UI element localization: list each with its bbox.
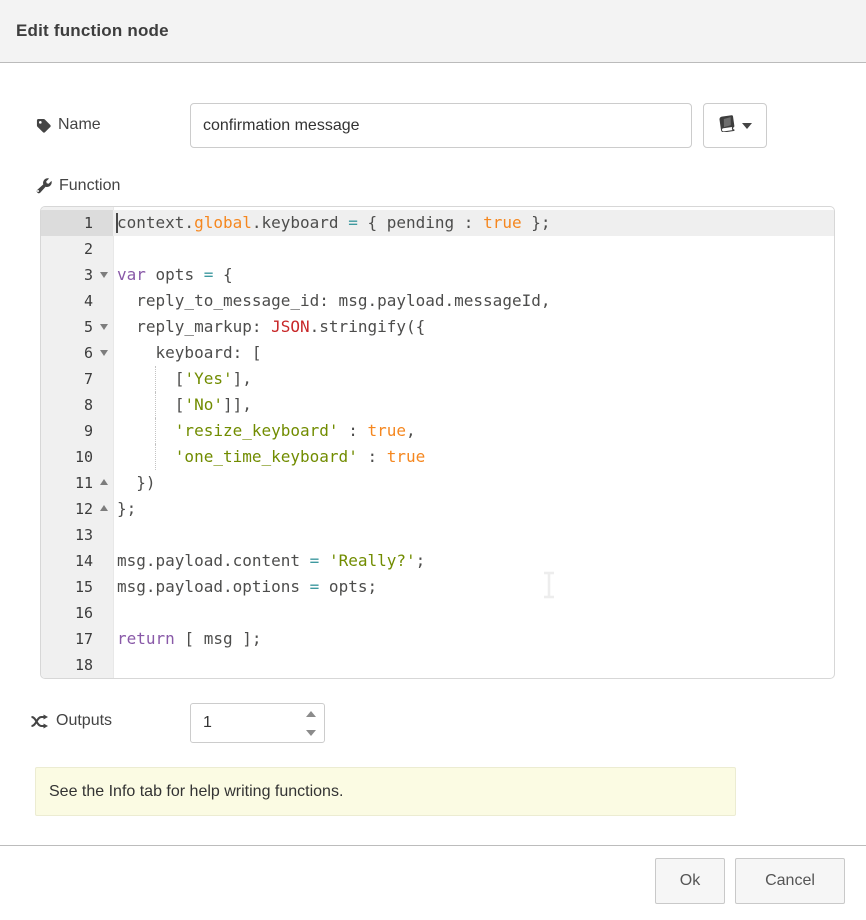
spinner-down-button[interactable]: [298, 723, 324, 742]
code-line[interactable]: 15msg.payload.options = opts;: [41, 574, 834, 600]
code-text: reply_markup: JSON.stringify({: [113, 314, 834, 340]
code-text: [113, 522, 834, 548]
fold-widget[interactable]: [100, 272, 108, 278]
code-line[interactable]: 10 'one_time_keyboard' : true: [41, 444, 834, 470]
code-line[interactable]: 12};: [41, 496, 834, 522]
code-text: [113, 236, 834, 262]
name-label: Name: [36, 116, 101, 134]
code-line[interactable]: 6 keyboard: [: [41, 340, 834, 366]
code-text: context.global.keyboard = { pending : tr…: [113, 210, 834, 236]
footer-divider: [0, 845, 866, 846]
triangle-down-icon: [306, 730, 316, 736]
wrench-icon: [36, 178, 52, 194]
code-line[interactable]: 7 ['Yes'],: [41, 366, 834, 392]
gutter-line-number: 17: [41, 626, 113, 652]
code-line[interactable]: 17return [ msg ];: [41, 626, 834, 652]
function-label: Function: [36, 177, 120, 195]
gutter-line-number: 13: [41, 522, 113, 548]
code-text: ['Yes'],: [113, 366, 834, 392]
dialog-header: Edit function node: [0, 0, 866, 63]
gutter-line-number: 1: [41, 210, 113, 236]
gutter-line-number: 5: [41, 314, 113, 340]
code-line[interactable]: 18: [41, 652, 834, 678]
gutter-line-number: 12: [41, 496, 113, 522]
code-line[interactable]: 1context.global.keyboard = { pending : t…: [41, 210, 834, 236]
code-line[interactable]: 8 ['No']],: [41, 392, 834, 418]
code-text: msg.payload.options = opts;: [113, 574, 834, 600]
outputs-label: Outputs: [31, 712, 112, 730]
dialog-title: Edit function node: [16, 21, 169, 41]
code-text: 'one_time_keyboard' : true: [113, 444, 834, 470]
outputs-value[interactable]: 1: [191, 704, 298, 742]
fold-widget[interactable]: [100, 350, 108, 356]
code-text: var opts = {: [113, 262, 834, 288]
code-text: reply_to_message_id: msg.payload.message…: [113, 288, 834, 314]
outputs-label-text: Outputs: [56, 712, 112, 730]
book-icon: [718, 115, 735, 137]
code-text: 'resize_keyboard' : true,: [113, 418, 834, 444]
code-line[interactable]: 16: [41, 600, 834, 626]
caret-down-icon: [742, 123, 752, 129]
gutter-line-number: 10: [41, 444, 113, 470]
fold-widget[interactable]: [100, 324, 108, 330]
name-input[interactable]: [190, 103, 692, 148]
gutter-line-number: 18: [41, 652, 113, 678]
code-text: };: [113, 496, 834, 522]
triangle-up-icon: [306, 711, 316, 717]
code-editor[interactable]: 1context.global.keyboard = { pending : t…: [40, 206, 835, 679]
outputs-spinner: 1: [190, 703, 325, 743]
code-text: [113, 652, 834, 678]
gutter-line-number: 8: [41, 392, 113, 418]
code-line[interactable]: 14msg.payload.content = 'Really?';: [41, 548, 834, 574]
fold-widget[interactable]: [100, 479, 108, 485]
library-button[interactable]: [703, 103, 767, 148]
code-text: return [ msg ];: [113, 626, 834, 652]
code-text: keyboard: [: [113, 340, 834, 366]
ok-button[interactable]: Ok: [655, 858, 725, 904]
info-tip-text: See the Info tab for help writing functi…: [49, 783, 343, 801]
code-line[interactable]: 2: [41, 236, 834, 262]
code-text: msg.payload.content = 'Really?';: [113, 548, 834, 574]
gutter-line-number: 2: [41, 236, 113, 262]
gutter-line-number: 11: [41, 470, 113, 496]
spinner-up-button[interactable]: [298, 704, 324, 723]
edit-function-node-dialog: Edit function node Name Function 1contex…: [0, 0, 866, 920]
shuffle-icon: [31, 714, 49, 729]
tag-icon: [36, 118, 51, 133]
code-text: ['No']],: [113, 392, 834, 418]
code-text: }): [113, 470, 834, 496]
code-line[interactable]: 9 'resize_keyboard' : true,: [41, 418, 834, 444]
gutter-line-number: 15: [41, 574, 113, 600]
cancel-button[interactable]: Cancel: [735, 858, 845, 904]
fold-widget[interactable]: [100, 505, 108, 511]
code-text: [113, 600, 834, 626]
gutter-line-number: 9: [41, 418, 113, 444]
gutter-line-number: 16: [41, 600, 113, 626]
gutter-line-number: 3: [41, 262, 113, 288]
text-caret: [116, 213, 118, 233]
code-line[interactable]: 13: [41, 522, 834, 548]
code-line[interactable]: 11 }): [41, 470, 834, 496]
code-line[interactable]: 3var opts = {: [41, 262, 834, 288]
gutter-line-number: 4: [41, 288, 113, 314]
gutter-line-number: 14: [41, 548, 113, 574]
gutter-line-number: 7: [41, 366, 113, 392]
spinner-buttons: [298, 704, 324, 742]
gutter-line-number: 6: [41, 340, 113, 366]
info-tip: See the Info tab for help writing functi…: [35, 767, 736, 816]
name-label-text: Name: [58, 116, 101, 134]
code-line[interactable]: 5 reply_markup: JSON.stringify({: [41, 314, 834, 340]
function-label-text: Function: [59, 177, 120, 195]
code-line[interactable]: 4 reply_to_message_id: msg.payload.messa…: [41, 288, 834, 314]
